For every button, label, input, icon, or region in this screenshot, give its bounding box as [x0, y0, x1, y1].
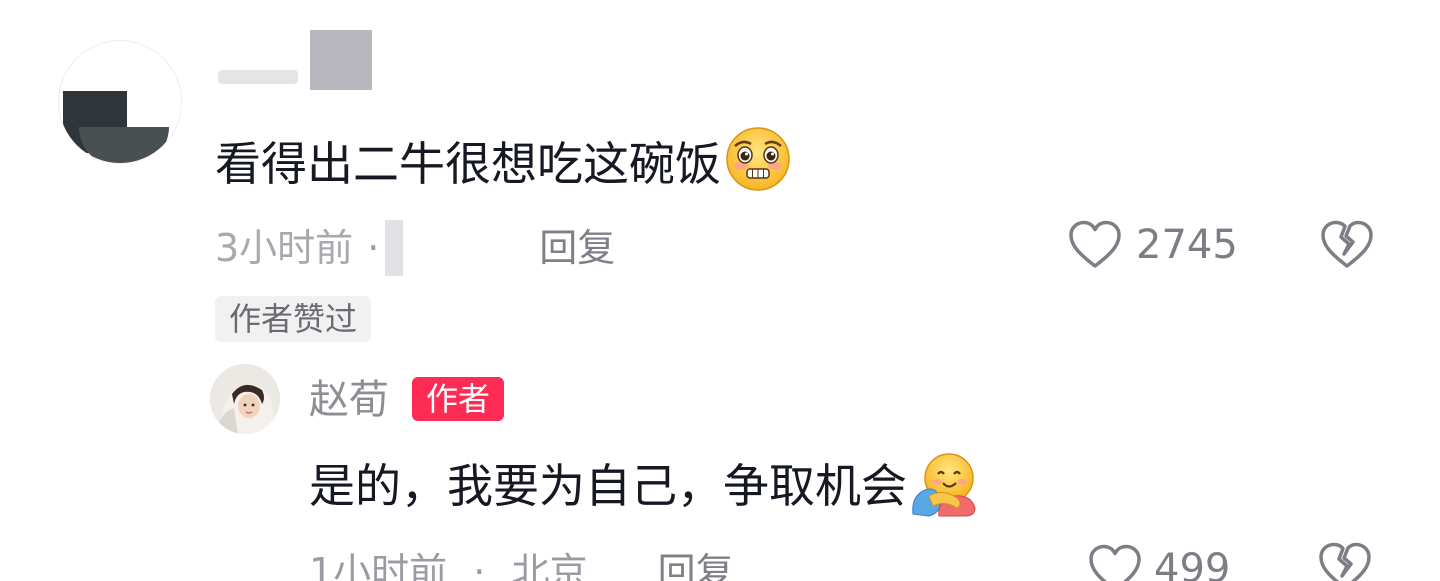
author-liked-badge: 作者赞过	[215, 296, 372, 342]
author-username[interactable]: 赵荀	[309, 374, 389, 426]
broken-heart-icon[interactable]	[1320, 218, 1374, 272]
broken-heart-icon[interactable]	[1318, 540, 1372, 581]
like-count: 2745	[1136, 222, 1238, 268]
heart-outline-icon	[1069, 220, 1121, 268]
comment-body: 看得出二牛很想吃这碗饭	[215, 126, 793, 195]
reply-button[interactable]: 回复	[539, 221, 615, 275]
author-tag-badge: 作者	[412, 377, 505, 421]
reply-reply-button[interactable]: 回复	[658, 545, 734, 581]
like-button[interactable]: 2745	[1068, 218, 1238, 272]
heart-outline-icon	[1089, 544, 1141, 581]
reply-body: 是的，我要为自己，争取机会	[309, 452, 979, 518]
reply-meta: 1小时前 · 北京 回复	[309, 542, 734, 581]
author-avatar[interactable]	[210, 364, 280, 434]
reply-like-count: 499	[1154, 546, 1231, 581]
meta-separator: ·	[473, 549, 486, 581]
reply-time: 1小时前	[309, 549, 448, 581]
author-photo-image	[210, 364, 280, 434]
commenter-avatar[interactable]	[58, 40, 182, 164]
comment-text: 看得出二牛很想吃这碗饭	[215, 137, 721, 191]
reply-location: 北京	[511, 549, 588, 581]
comment-time: 3小时前	[215, 225, 354, 270]
comment-meta: 3小时前 · 回复	[215, 218, 615, 276]
commenter-username-redacted[interactable]	[218, 30, 408, 94]
meta-separator: ·	[367, 225, 380, 270]
reply-text: 是的，我要为自己，争取机会	[309, 459, 907, 513]
hugging-face-icon	[912, 453, 976, 517]
comment-location-redacted	[385, 219, 404, 276]
reply-like-button[interactable]: 499	[1088, 542, 1230, 581]
pleading-face-icon	[726, 127, 790, 191]
